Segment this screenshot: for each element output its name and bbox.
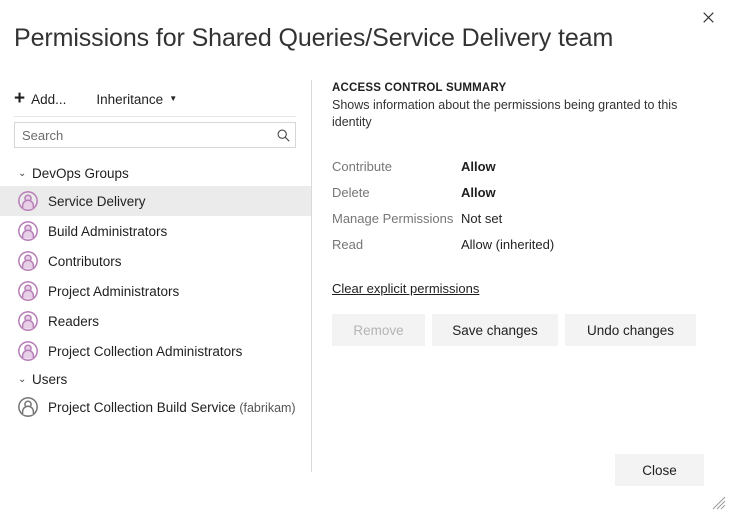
dialog-close-button[interactable] xyxy=(694,4,722,30)
permission-value[interactable]: Allow xyxy=(461,153,554,179)
group-avatar-icon xyxy=(18,251,38,271)
identity-list: ⌄DevOps GroupsService DeliveryBuild Admi… xyxy=(0,160,311,422)
inheritance-menu-button[interactable]: Inheritance ▼ xyxy=(96,85,177,113)
search-box[interactable] xyxy=(14,122,296,148)
resize-grip[interactable] xyxy=(712,496,726,510)
identity-row[interactable]: Service Delivery xyxy=(0,186,311,216)
identity-row-label: Readers xyxy=(48,314,99,329)
identity-pane: + Add... Inheritance ▼ ⌄DevOps GroupsSer… xyxy=(0,80,311,472)
summary-subheading: Shows information about the permissions … xyxy=(332,97,712,131)
permission-name: Manage Permissions xyxy=(332,205,461,231)
save-changes-button[interactable]: Save changes xyxy=(432,314,558,346)
permission-name: Contribute xyxy=(332,153,461,179)
identity-group-label: DevOps Groups xyxy=(32,166,129,181)
identity-row[interactable]: Contributors xyxy=(0,246,311,276)
permission-row: DeleteAllow xyxy=(332,179,554,205)
identity-row-label: Project Administrators xyxy=(48,284,179,299)
permission-row: Manage PermissionsNot set xyxy=(332,205,554,231)
permission-row: ReadAllow (inherited) xyxy=(332,231,554,257)
pane-divider xyxy=(311,80,312,472)
chevron-down-icon: ⌄ xyxy=(18,374,32,385)
identity-row-label: Contributors xyxy=(48,254,122,269)
identity-row-label: Service Delivery xyxy=(48,194,146,209)
close-button[interactable]: Close xyxy=(615,454,704,486)
summary-heading: ACCESS CONTROL SUMMARY xyxy=(332,80,712,96)
toolbar-divider xyxy=(14,116,296,117)
summary-button-row: Remove Save changes Undo changes xyxy=(332,314,712,346)
permission-name: Read xyxy=(332,231,461,257)
search-input[interactable] xyxy=(15,123,271,147)
identity-row[interactable]: Project Administrators xyxy=(0,276,311,306)
identity-row-label: Build Administrators xyxy=(48,224,167,239)
permission-value[interactable]: Not set xyxy=(461,205,554,231)
chevron-down-icon: ⌄ xyxy=(18,168,32,179)
permissions-table: ContributeAllowDeleteAllowManage Permiss… xyxy=(332,153,554,257)
inheritance-button-label: Inheritance xyxy=(96,92,163,107)
remove-button[interactable]: Remove xyxy=(332,314,425,346)
identity-row[interactable]: Readers xyxy=(0,306,311,336)
add-button-label: Add... xyxy=(31,92,66,107)
add-button[interactable]: + Add... xyxy=(14,85,66,113)
search-icon[interactable] xyxy=(271,129,295,142)
group-avatar-icon xyxy=(18,221,38,241)
permission-name: Delete xyxy=(332,179,461,205)
identity-row-label: Project Collection Build Service (fabrik… xyxy=(48,400,296,415)
group-avatar-icon xyxy=(18,191,38,211)
permission-value[interactable]: Allow (inherited) xyxy=(461,231,554,257)
user-avatar-icon xyxy=(18,397,38,417)
identity-row-label: Project Collection Administrators xyxy=(48,344,242,359)
identity-row-qualifier: (fabrikam) xyxy=(239,401,295,415)
identity-row[interactable]: Project Collection Build Service (fabrik… xyxy=(0,392,311,422)
permission-value[interactable]: Allow xyxy=(461,179,554,205)
identity-group-label: Users xyxy=(32,372,67,387)
identity-row[interactable]: Build Administrators xyxy=(0,216,311,246)
plus-icon: + xyxy=(14,89,25,108)
group-avatar-icon xyxy=(18,281,38,301)
permission-row: ContributeAllow xyxy=(332,153,554,179)
chevron-down-icon: ▼ xyxy=(169,94,177,103)
identity-row[interactable]: Project Collection Administrators xyxy=(0,336,311,366)
group-avatar-icon xyxy=(18,341,38,361)
undo-changes-button[interactable]: Undo changes xyxy=(565,314,696,346)
clear-explicit-permissions-link[interactable]: Clear explicit permissions xyxy=(332,281,479,296)
page-title: Permissions for Shared Queries/Service D… xyxy=(14,22,613,54)
group-avatar-icon xyxy=(18,311,38,331)
identity-toolbar: + Add... Inheritance ▼ xyxy=(14,85,177,113)
access-control-summary-pane: ACCESS CONTROL SUMMARY Shows information… xyxy=(332,80,712,346)
identity-group-header[interactable]: ⌄Users xyxy=(0,366,311,392)
close-icon xyxy=(703,12,714,23)
identity-group-header[interactable]: ⌄DevOps Groups xyxy=(0,160,311,186)
